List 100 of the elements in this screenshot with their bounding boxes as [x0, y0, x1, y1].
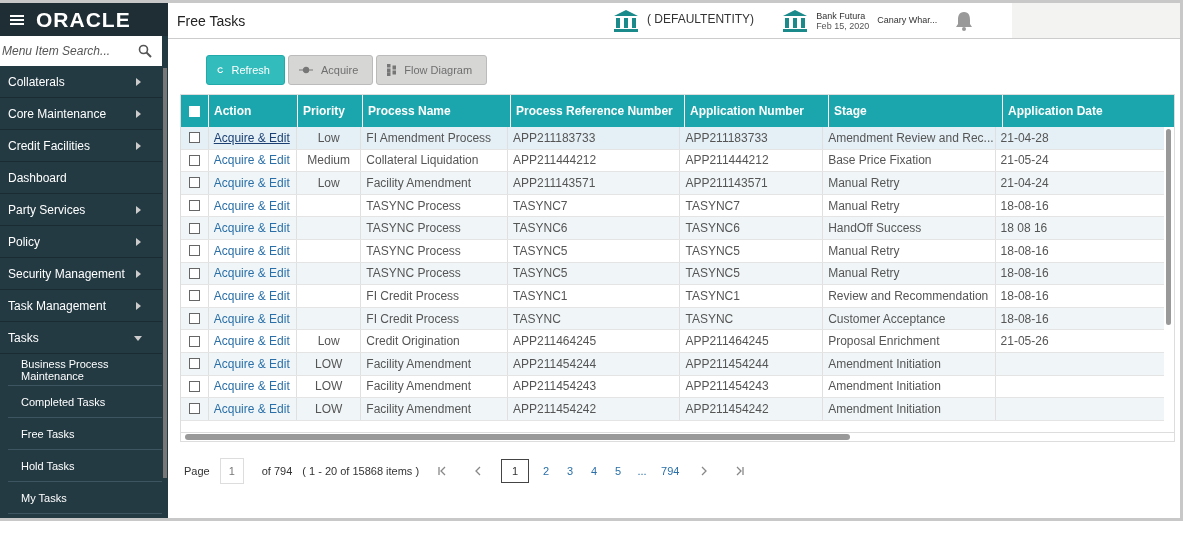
- submenu-item[interactable]: Hold Tasks: [8, 450, 162, 482]
- caret-right-icon: [134, 237, 142, 246]
- page-link[interactable]: ...: [635, 461, 650, 481]
- acquire-edit-link[interactable]: Acquire & Edit: [213, 356, 290, 371]
- acquire-edit-link[interactable]: Acquire & Edit: [213, 130, 290, 145]
- page-title: Free Tasks: [176, 12, 247, 29]
- acquire-edit-link[interactable]: Acquire & Edit: [213, 176, 290, 190]
- row-checkbox[interactable]: [188, 267, 200, 279]
- row-checkbox[interactable]: [188, 245, 200, 257]
- table-cell: Facility Amendment: [366, 176, 472, 190]
- caret-right-icon: [134, 141, 142, 150]
- caret-down-icon: [134, 333, 142, 342]
- row-checkbox[interactable]: [188, 380, 200, 392]
- menu-item[interactable]: Tasks: [0, 322, 162, 354]
- row-checkbox[interactable]: [188, 358, 200, 370]
- acquire-edit-link[interactable]: Acquire & Edit: [213, 221, 290, 236]
- table-cell: 18-08-16: [1000, 243, 1049, 258]
- table-row[interactable]: Acquire & Edit Low FI Amendment Process APP211183733 APP211183733 Amendment Review and Rec... 21-04-28: [181, 127, 1164, 150]
- row-checkbox[interactable]: [188, 290, 200, 302]
- menu-item[interactable]: Task Management: [0, 290, 162, 322]
- menu-item[interactable]: Core Maintenance: [0, 98, 162, 130]
- row-checkbox[interactable]: [188, 222, 200, 234]
- page-input[interactable]: 1: [219, 458, 244, 484]
- table-row[interactable]: Acquire & Edit FI Credit Process TASYNC TASYNC Customer Acceptance 18-08-16: [181, 307, 1164, 331]
- menu-item[interactable]: Credit Facilities: [0, 130, 162, 162]
- table-cell: TASYNC Process: [366, 266, 461, 281]
- table-cell: TASYNC: [685, 311, 734, 326]
- submenu-item[interactable]: Free Tasks: [8, 418, 162, 450]
- menu-item[interactable]: Party Services: [0, 194, 162, 226]
- page-link[interactable]: 5: [611, 461, 626, 481]
- row-checkbox[interactable]: [188, 335, 200, 347]
- table-row[interactable]: Acquire & Edit TASYNC Process TASYNC6 TASYNC6 HandOff Success 18 08 16: [181, 217, 1164, 240]
- select-all-checkbox[interactable]: [189, 105, 200, 117]
- acquire-edit-link[interactable]: Acquire & Edit: [213, 311, 290, 326]
- bank-name: Bank Futura: [816, 10, 867, 21]
- menu-item[interactable]: Collaterals: [0, 66, 162, 98]
- table-cell: TASYNC1: [513, 288, 568, 303]
- table-row[interactable]: Acquire & Edit FI Credit Process TASYNC1 TASYNC1 Review and Recommendation 18-08-16: [181, 285, 1164, 308]
- bank-icon: [613, 8, 639, 33]
- row-checkbox[interactable]: [188, 154, 200, 166]
- search-icon[interactable]: [138, 44, 152, 58]
- table-cell: LOW: [315, 379, 343, 394]
- page-link[interactable]: 2: [539, 461, 554, 481]
- table-cell: Manual Retry: [828, 198, 900, 213]
- table-cell: APP211444212: [685, 153, 769, 168]
- table-cell: Collateral Liquidation: [366, 153, 479, 168]
- row-checkbox[interactable]: [188, 313, 200, 325]
- menu-item[interactable]: Security Management: [0, 258, 162, 290]
- logo: ORACLE: [36, 7, 131, 32]
- row-checkbox[interactable]: [188, 177, 200, 189]
- table-row[interactable]: Acquire & Edit TASYNC Process TASYNC5 TASYNC5 Manual Retry 18-08-16: [181, 262, 1164, 286]
- table-cell: Facility Amendment: [366, 401, 472, 416]
- table-cell: Amendment Review and Rec...: [828, 130, 994, 145]
- acquire-edit-link[interactable]: Acquire & Edit: [213, 379, 290, 394]
- table-cell: 18 08 16: [1000, 221, 1048, 236]
- page-link[interactable]: 794: [659, 461, 682, 481]
- submenu-item[interactable]: Business Process Maintenance: [8, 354, 162, 386]
- table-row[interactable]: Acquire & Edit Medium Collateral Liquidation APP211444212 APP211444212 Base Price Fixation 21-05-24: [181, 149, 1164, 173]
- table-row[interactable]: Acquire & Edit LOW Facility Amendment APP211454243 APP211454243 Amendment Initiation: [181, 375, 1164, 399]
- table-cell: APP211183733: [513, 130, 596, 145]
- table-cell: 18-08-16: [1000, 266, 1049, 281]
- acquire-edit-link[interactable]: Acquire & Edit: [213, 288, 290, 303]
- acquire-edit-link[interactable]: Acquire & Edit: [213, 334, 290, 349]
- acquire-edit-link[interactable]: Acquire & Edit: [213, 198, 290, 213]
- table-cell: Facility Amendment: [366, 379, 472, 394]
- menu-item[interactable]: Policy: [0, 226, 162, 258]
- submenu-item[interactable]: My Tasks: [8, 482, 162, 514]
- table-cell: APP211454244: [513, 356, 597, 371]
- acquire-edit-link[interactable]: Acquire & Edit: [213, 153, 290, 168]
- table-row[interactable]: Acquire & Edit TASYNC Process TASYNC5 TASYNC5 Manual Retry 18-08-16: [181, 239, 1164, 263]
- table-cell: APP211454244: [685, 356, 769, 371]
- table-cell: FI Amendment Process: [366, 130, 492, 145]
- table-row[interactable]: Acquire & Edit LOW Facility Amendment APP211454242 APP211454242 Amendment Initiation: [181, 398, 1164, 421]
- page-link[interactable]: 4: [587, 461, 602, 481]
- table-row[interactable]: Acquire & Edit Low Credit Origination APP211464245 APP211464245 Proposal Enrichment 21-05-26: [181, 330, 1164, 353]
- table-cell: 21-05-24: [1000, 153, 1049, 168]
- page-link[interactable]: 3: [563, 461, 578, 481]
- table-cell: Customer Acceptance: [828, 311, 946, 326]
- acquire-edit-link[interactable]: Acquire & Edit: [213, 401, 290, 416]
- node-icon: [299, 66, 313, 74]
- acquire-edit-link[interactable]: Acquire & Edit: [213, 266, 290, 281]
- submenu-item[interactable]: Completed Tasks: [8, 386, 162, 418]
- page-link[interactable]: 1: [501, 459, 530, 483]
- table-cell: APP211464245: [685, 334, 769, 349]
- table-row[interactable]: Acquire & Edit Low Facility Amendment APP211143571 APP211143571 Manual Retry 21-04-24: [181, 172, 1164, 195]
- bell-icon[interactable]: [955, 10, 974, 31]
- caret-right-icon: [134, 269, 142, 278]
- menu-search-field[interactable]: Menu Item Search...: [0, 36, 162, 66]
- last-page-icon[interactable]: [735, 466, 746, 476]
- row-checkbox[interactable]: [188, 403, 200, 415]
- table-row[interactable]: Acquire & Edit LOW Facility Amendment APP211454244 APP211454244 Amendment Initiation: [181, 352, 1164, 376]
- first-page-icon[interactable]: [437, 466, 448, 476]
- menu-item[interactable]: Dashboard: [0, 162, 162, 194]
- menu-icon[interactable]: [10, 13, 24, 26]
- row-checkbox[interactable]: [188, 132, 200, 144]
- page-count: of 794: [261, 465, 293, 477]
- row-checkbox[interactable]: [188, 200, 200, 212]
- acquire-edit-link[interactable]: Acquire & Edit: [213, 243, 290, 258]
- table-cell: Low: [317, 176, 340, 190]
- table-row[interactable]: Acquire & Edit TASYNC Process TASYNC7 TASYNC7 Manual Retry 18-08-16: [181, 194, 1164, 218]
